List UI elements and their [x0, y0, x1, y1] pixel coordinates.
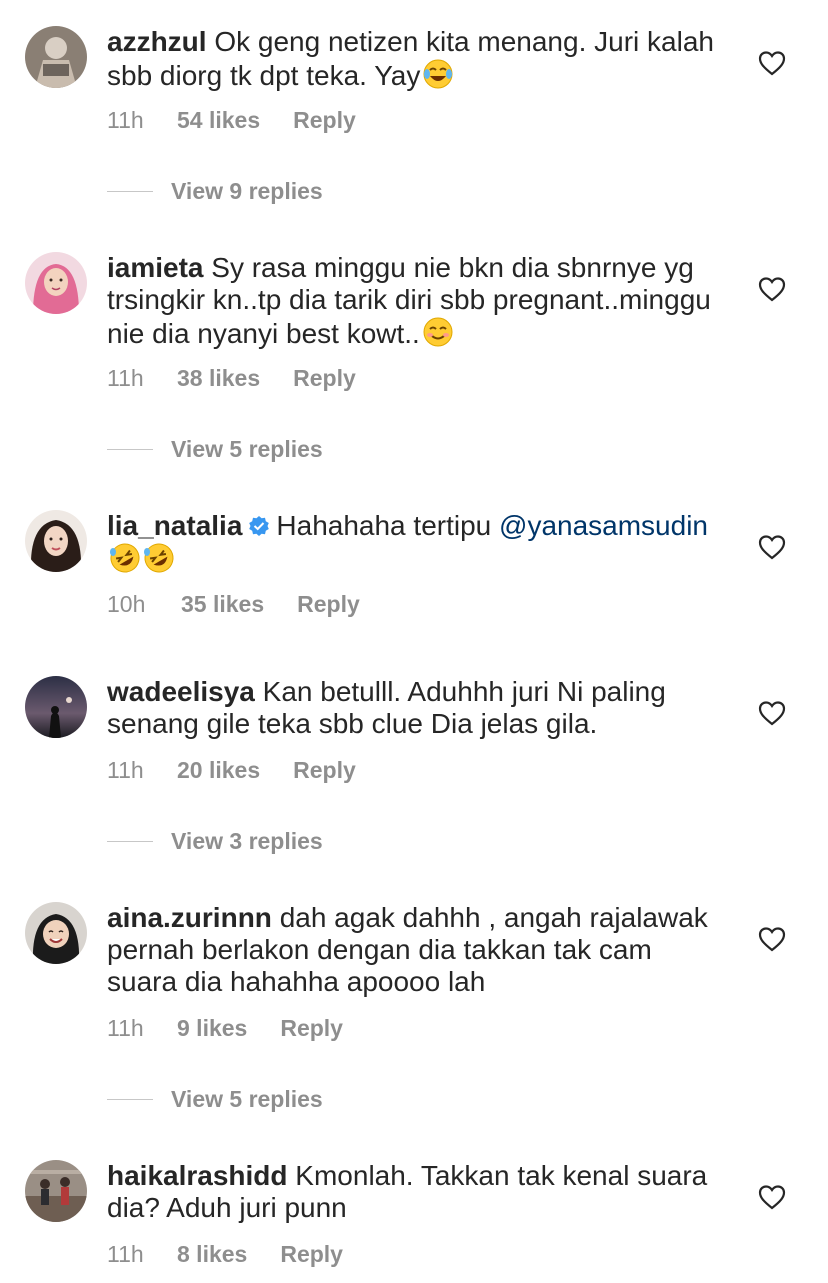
view-replies-button[interactable]: View 5 replies [107, 436, 323, 466]
view-replies-label: View 9 replies [171, 178, 323, 204]
username[interactable]: wadeelisya [107, 676, 255, 707]
timestamp: 11h [107, 1241, 144, 1267]
username[interactable]: aina.zurinnn [107, 902, 272, 933]
divider-line [107, 841, 153, 842]
divider-line [107, 1099, 153, 1100]
reply-button[interactable]: Reply [280, 1241, 343, 1268]
like-heart-icon[interactable] [758, 700, 786, 726]
verified-badge-icon [249, 516, 270, 536]
comment-text: azzhzul Ok geng netizen kita menang. Jur… [107, 26, 727, 92]
like-heart-icon[interactable] [758, 1184, 786, 1210]
comment-text: wadeelisya Kan betulll. Aduhhh juri Ni p… [107, 676, 727, 740]
timestamp: 10h [107, 591, 146, 617]
comment-body: Hahahaha tertipu [276, 510, 492, 541]
view-replies-button[interactable]: View 3 replies [107, 828, 323, 858]
mention-link[interactable]: @yanasamsudin [499, 510, 708, 541]
reply-button[interactable]: Reply [293, 757, 356, 784]
rolling-on-floor-laughing-emoji-icon [110, 543, 140, 573]
comment-meta: 11h 54 likes Reply [107, 107, 356, 134]
comment-text: aina.zurinnn dah agak dahhh , angah raja… [107, 902, 727, 998]
rolling-on-floor-laughing-emoji-icon [144, 543, 174, 573]
reply-button[interactable]: Reply [293, 365, 356, 392]
avatar[interactable] [25, 252, 87, 314]
view-replies-label: View 5 replies [171, 436, 323, 462]
reply-button[interactable]: Reply [293, 107, 356, 134]
like-heart-icon[interactable] [758, 534, 786, 560]
comment-meta: 11h 8 likes Reply [107, 1241, 343, 1268]
likes-count[interactable]: 54 likes [177, 107, 260, 134]
likes-count[interactable]: 9 likes [177, 1015, 247, 1042]
smiling-face-emoji-icon [423, 317, 453, 347]
comment-text: lia_natalia Hahahaha tertipu @yanasamsudi… [107, 510, 727, 576]
like-heart-icon[interactable] [758, 276, 786, 302]
avatar[interactable] [25, 902, 87, 964]
comment-meta: 11h 9 likes Reply [107, 1015, 343, 1042]
username[interactable]: lia_natalia [107, 510, 242, 541]
view-replies-label: View 3 replies [171, 828, 323, 854]
view-replies-button[interactable]: View 5 replies [107, 1086, 323, 1116]
tears-of-joy-emoji-icon [423, 59, 453, 89]
timestamp: 11h [107, 107, 144, 133]
avatar[interactable] [25, 510, 87, 572]
avatar[interactable] [25, 1160, 87, 1222]
comment-meta: 11h 38 likes Reply [107, 365, 356, 392]
comment-text: haikalrashidd Kmonlah. Takkan tak kenal … [107, 1160, 727, 1224]
likes-count[interactable]: 35 likes [181, 591, 264, 618]
like-heart-icon[interactable] [758, 926, 786, 952]
timestamp: 11h [107, 757, 144, 783]
reply-button[interactable]: Reply [297, 591, 360, 618]
view-replies-label: View 5 replies [171, 1086, 323, 1112]
likes-count[interactable]: 8 likes [177, 1241, 247, 1268]
timestamp: 11h [107, 1015, 144, 1041]
avatar[interactable] [25, 676, 87, 738]
reply-button[interactable]: Reply [280, 1015, 343, 1042]
likes-count[interactable]: 20 likes [177, 757, 260, 784]
like-heart-icon[interactable] [758, 50, 786, 76]
comment-text: iamieta Sy rasa minggu nie bkn dia sbnrn… [107, 252, 727, 350]
view-replies-button[interactable]: View 9 replies [107, 178, 323, 208]
username[interactable]: azzhzul [107, 26, 207, 57]
comment-meta: 11h 20 likes Reply [107, 757, 356, 784]
username[interactable]: haikalrashidd [107, 1160, 288, 1191]
timestamp: 11h [107, 365, 144, 391]
username[interactable]: iamieta [107, 252, 204, 283]
divider-line [107, 191, 153, 192]
comment-meta: 10h 35 likes Reply [107, 591, 360, 618]
likes-count[interactable]: 38 likes [177, 365, 260, 392]
divider-line [107, 449, 153, 450]
avatar[interactable] [25, 26, 87, 88]
